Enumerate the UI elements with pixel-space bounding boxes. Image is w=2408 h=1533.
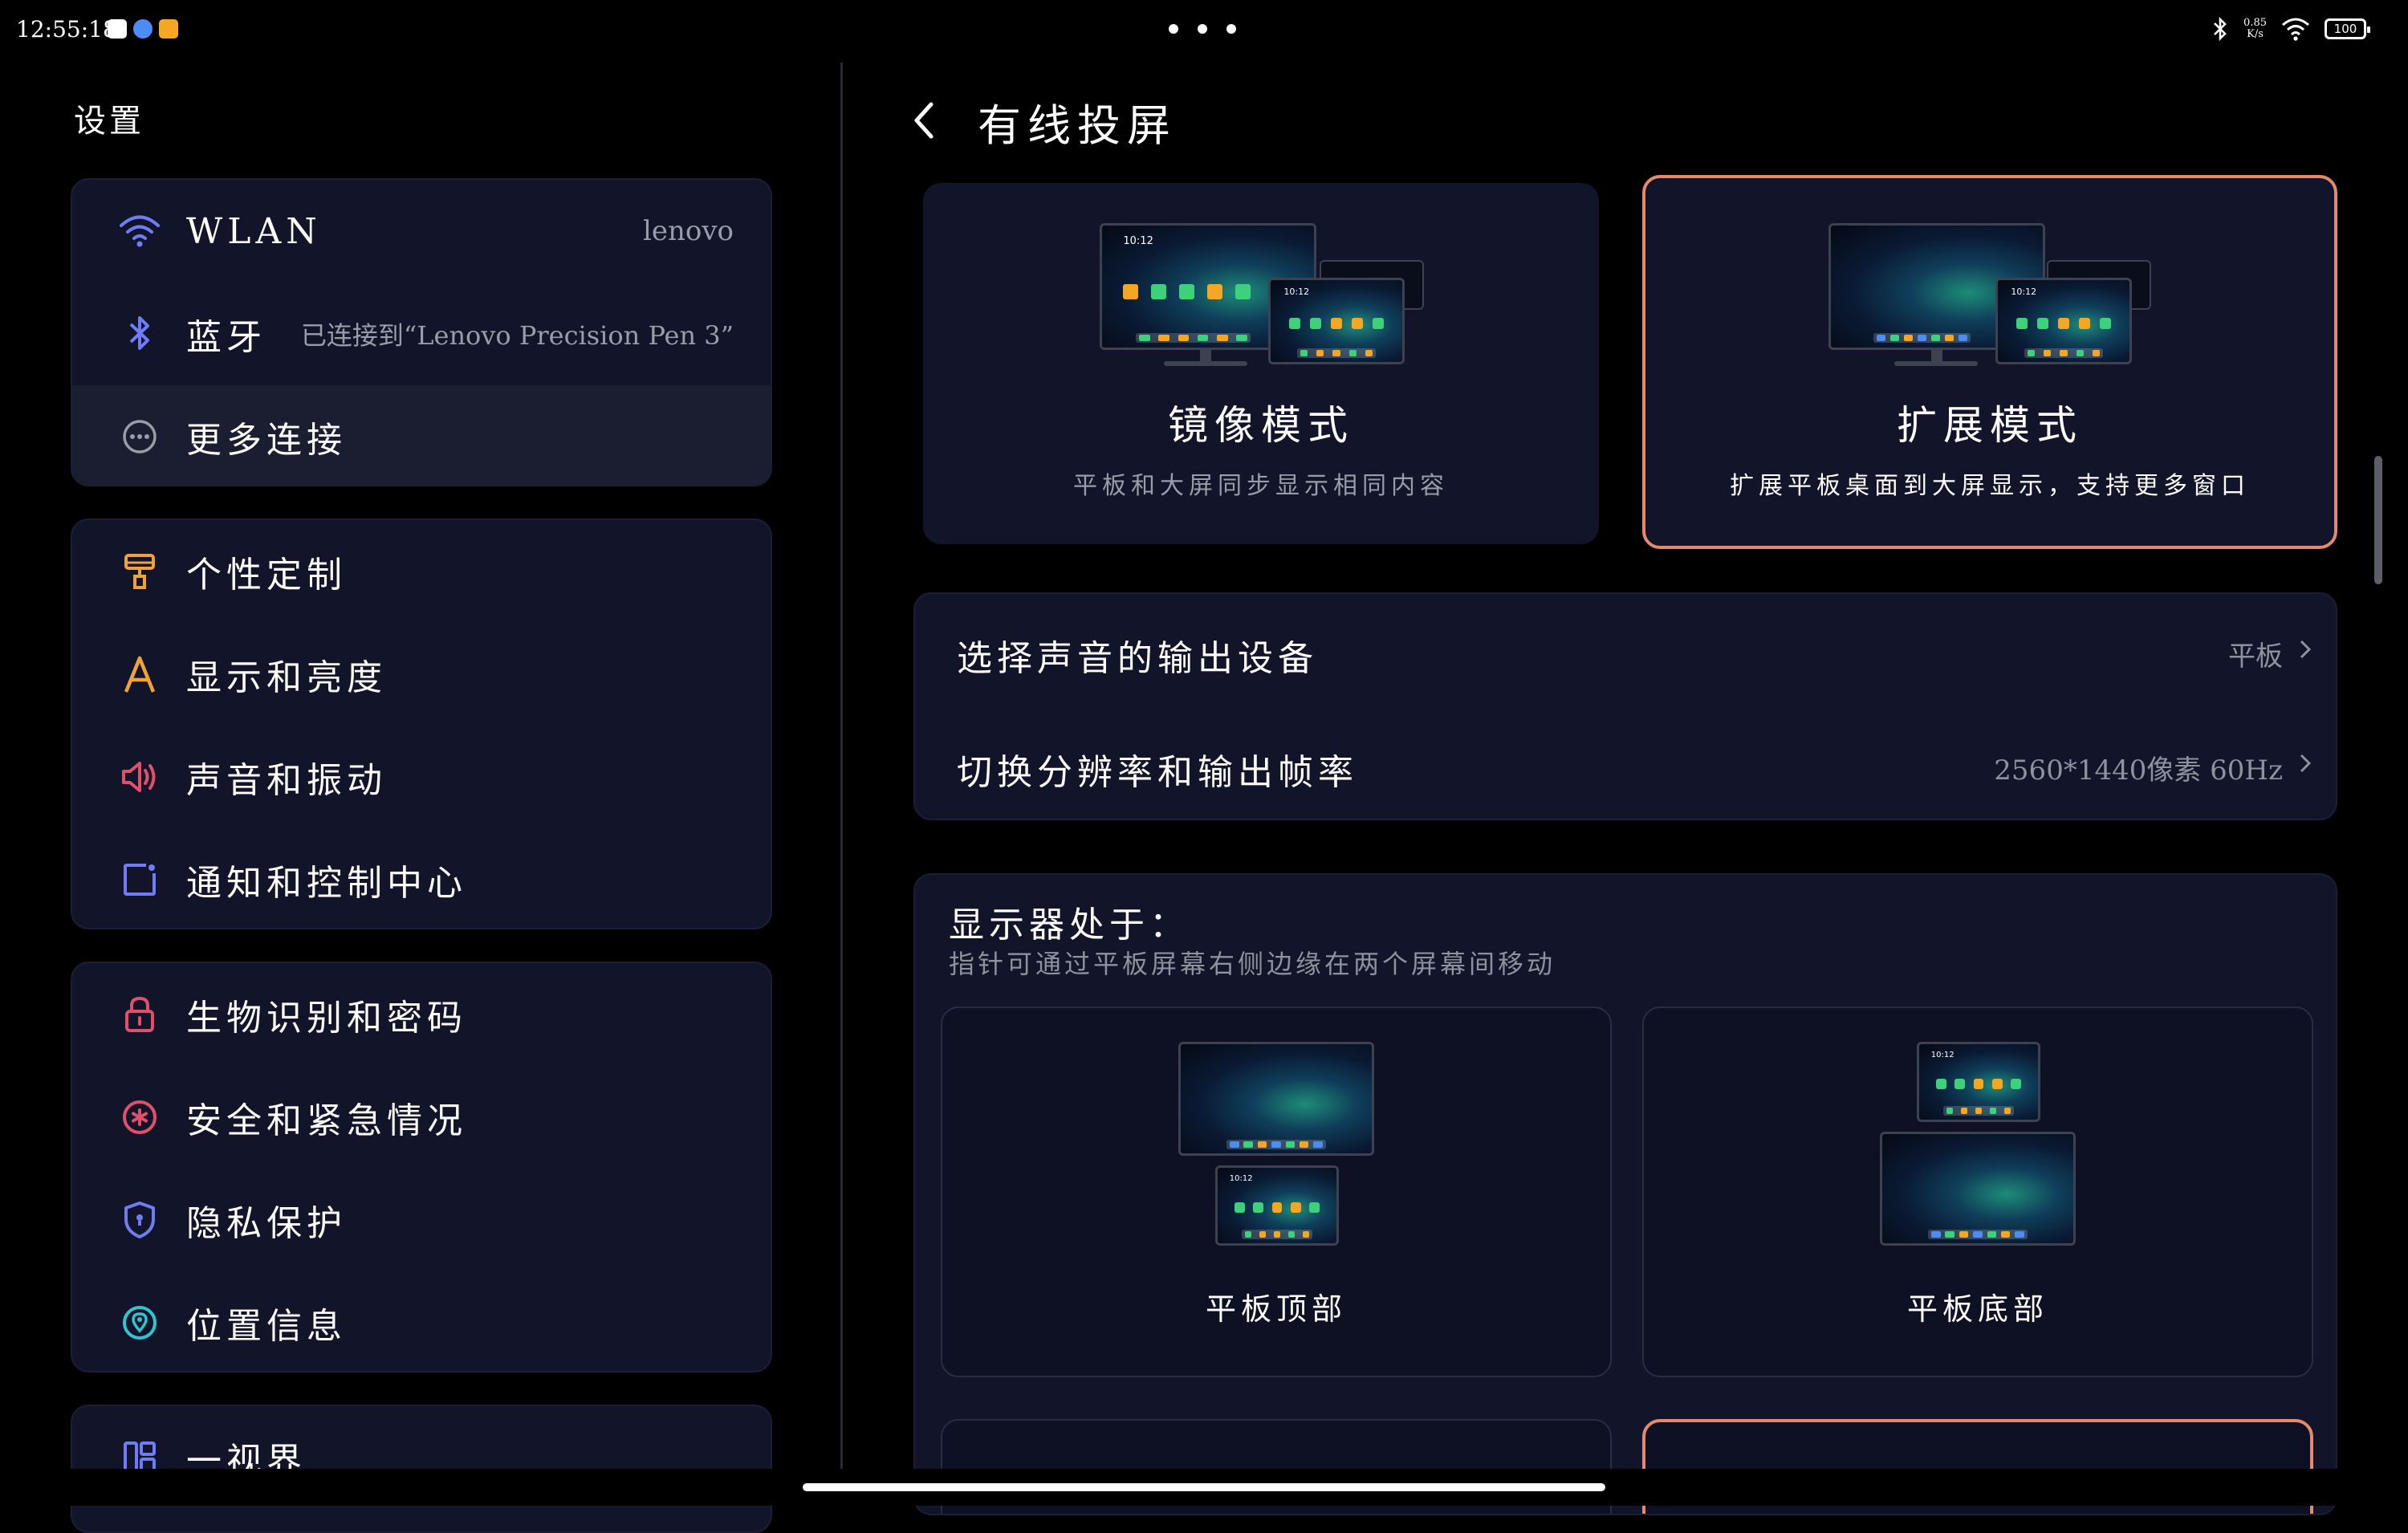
brush-icon xyxy=(117,549,162,594)
monitor-illustration xyxy=(1880,1132,2076,1246)
monitor-illustration xyxy=(1178,1042,1374,1156)
sidebar-item-location[interactable]: 位置信息 xyxy=(72,1271,771,1371)
sidebar-item-label: 声音和振动 xyxy=(186,760,387,801)
bluetooth-status-icon xyxy=(2214,16,2227,42)
sidebar-item-label: WLAN xyxy=(186,210,322,252)
window-menu-dots[interactable] xyxy=(1169,24,1236,34)
mode-subtitle: 平板和大屏同步显示相同内容 xyxy=(1073,472,1449,500)
mode-subtitle: 扩展平板桌面到大屏显示，支持更多窗口 xyxy=(1730,472,2250,500)
wifi-status-icon xyxy=(2282,18,2309,41)
security-group: 生物识别和密码 安全和紧急情况 隐私保护 位置信息 xyxy=(71,962,772,1372)
sidebar-item-label: 通知和控制中心 xyxy=(186,863,467,904)
option-label: 切换分辨率和输出帧率 xyxy=(957,752,1358,793)
mode-title: 镜像模式 xyxy=(1168,402,1354,449)
emergency-icon xyxy=(117,1095,162,1140)
tablet-illustration: 10:12 xyxy=(1268,278,1405,364)
weibo-notification-icon xyxy=(159,19,178,39)
monitor-heading: 显示器处于： xyxy=(949,905,1190,945)
tablet-illustration: 10:12 xyxy=(1995,278,2132,364)
sidebar-item-label: 位置信息 xyxy=(186,1306,347,1347)
wlan-network-name: lenovo xyxy=(642,215,734,247)
position-label: 平板底部 xyxy=(1906,1291,2048,1327)
tablet-illustration: 10:12 xyxy=(1917,1042,2040,1122)
position-tablet-top-card[interactable]: 10:12 平板顶部 xyxy=(941,1006,1612,1377)
position-label: 平板顶部 xyxy=(1205,1291,1347,1327)
sidebar-item-wlan[interactable]: WLAN lenovo xyxy=(72,180,771,283)
browser-notification-icon xyxy=(133,19,153,39)
battery-indicator: 100 xyxy=(2325,18,2370,39)
extend-mode-card[interactable]: 10:12 扩展模式 扩展平板桌面到大屏显示，支持更多窗口 xyxy=(1642,175,2337,549)
status-bar: 12:55:18 0.85 K/s 100 xyxy=(0,0,2408,61)
status-right: 0.85 K/s 100 xyxy=(2211,16,2370,42)
resolution-row[interactable]: 切换分辨率和输出帧率 2560*1440像素 60Hz xyxy=(915,708,2336,822)
sidebar-item-label: 安全和紧急情况 xyxy=(186,1100,467,1141)
location-icon xyxy=(117,1300,162,1345)
home-indicator[interactable] xyxy=(803,1483,1605,1491)
sidebar-item-label: 生物识别和密码 xyxy=(186,998,467,1039)
sidebar-item-label: 蓝牙 xyxy=(186,317,266,358)
shield-icon xyxy=(117,1198,162,1242)
status-time: 12:55:18 xyxy=(16,16,117,43)
back-arrow-icon[interactable] xyxy=(910,100,939,141)
sidebar-item-label: 隐私保护 xyxy=(186,1203,347,1244)
monitor-position-card: 显示器处于： 指针可通过平板屏幕右侧边缘在两个屏幕间移动 10:12 平板顶部 … xyxy=(913,873,2337,1515)
lock-icon xyxy=(117,992,162,1037)
font-a-icon xyxy=(117,652,162,697)
pane-divider[interactable] xyxy=(840,63,843,1469)
sound-output-row[interactable]: 选择声音的输出设备 平板 xyxy=(915,594,2336,708)
sidebar-item-privacy[interactable]: 隐私保护 xyxy=(72,1169,771,1271)
option-value: 2560*1440像素 60Hz xyxy=(1994,754,2283,787)
sidebar-item-display-brightness[interactable]: 显示和亮度 xyxy=(72,623,771,726)
more-icon xyxy=(117,414,162,459)
sidebar-item-label: 显示和亮度 xyxy=(186,657,387,698)
bluetooth-status: 已连接到“Lenovo Precision Pen 3” xyxy=(300,320,734,351)
net-speed: 0.85 K/s xyxy=(2243,17,2267,40)
sidebar-item-safety-emergency[interactable]: 安全和紧急情况 xyxy=(72,1066,771,1169)
monitor-description: 指针可通过平板屏幕右侧边缘在两个屏幕间移动 xyxy=(949,949,1556,979)
position-tablet-bottom-card[interactable]: 10:12 平板底部 xyxy=(1642,1006,2313,1377)
mode-title: 扩展模式 xyxy=(1897,402,2083,449)
app-notification-icon xyxy=(108,19,127,39)
speaker-icon xyxy=(117,754,162,799)
display-group: 个性定制 显示和亮度 声音和振动 通知和控制中心 xyxy=(71,518,772,929)
scrollbar[interactable] xyxy=(2374,456,2382,584)
sidebar-item-sound-vibration[interactable]: 声音和振动 xyxy=(72,726,771,828)
chevron-right-icon xyxy=(2300,640,2312,659)
mirror-mode-card[interactable]: 10:12 10:12 镜像模式 平板和大屏同步显示相同内容 xyxy=(923,183,1599,544)
sidebar-item-label: 个性定制 xyxy=(186,555,347,596)
sidebar-item-personalization[interactable]: 个性定制 xyxy=(72,520,771,623)
sidebar-item-bluetooth[interactable]: 蓝牙 已连接到“Lenovo Precision Pen 3” xyxy=(72,283,771,385)
settings-title: 设置 xyxy=(74,103,144,140)
notification-icon xyxy=(117,857,162,902)
sidebar-item-biometrics-password[interactable]: 生物识别和密码 xyxy=(72,963,771,1066)
bluetooth-icon xyxy=(117,311,162,356)
sidebar-item-label: 更多连接 xyxy=(186,420,347,461)
chevron-right-icon xyxy=(2300,754,2312,773)
output-options-card: 选择声音的输出设备 平板 切换分辨率和输出帧率 2560*1440像素 60Hz xyxy=(913,592,2337,820)
notification-icons xyxy=(108,19,178,39)
option-label: 选择声音的输出设备 xyxy=(957,638,1318,679)
tablet-illustration: 10:12 xyxy=(1215,1165,1339,1246)
wifi-icon xyxy=(117,209,162,254)
sidebar-item-more-connections[interactable]: 更多连接 xyxy=(72,385,771,485)
sidebar-item-notification-control[interactable]: 通知和控制中心 xyxy=(72,828,771,928)
option-value: 平板 xyxy=(2228,640,2283,673)
page-title: 有线投屏 xyxy=(978,100,1177,151)
connectivity-group: WLAN lenovo 蓝牙 已连接到“Lenovo Precision Pen… xyxy=(71,178,772,486)
